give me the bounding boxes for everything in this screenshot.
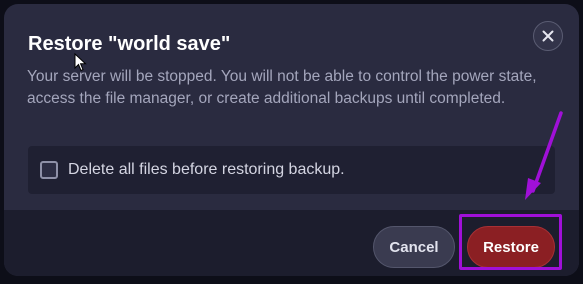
dialog-description: Your server will be stopped. You will no…: [27, 68, 537, 107]
delete-files-checkbox[interactable]: [40, 161, 58, 179]
delete-files-label[interactable]: Delete all files before restoring backup…: [68, 161, 345, 179]
close-button[interactable]: [533, 21, 563, 51]
dialog-footer: Cancel Restore: [4, 210, 579, 276]
cancel-button[interactable]: Cancel: [373, 226, 455, 268]
restore-button[interactable]: Restore: [467, 226, 555, 268]
dialog-title: Restore "world save": [28, 33, 231, 55]
delete-files-option: Delete all files before restoring backup…: [28, 146, 555, 194]
restore-dialog: Restore "world save" Your server will be…: [4, 4, 579, 276]
close-icon: [542, 30, 554, 42]
